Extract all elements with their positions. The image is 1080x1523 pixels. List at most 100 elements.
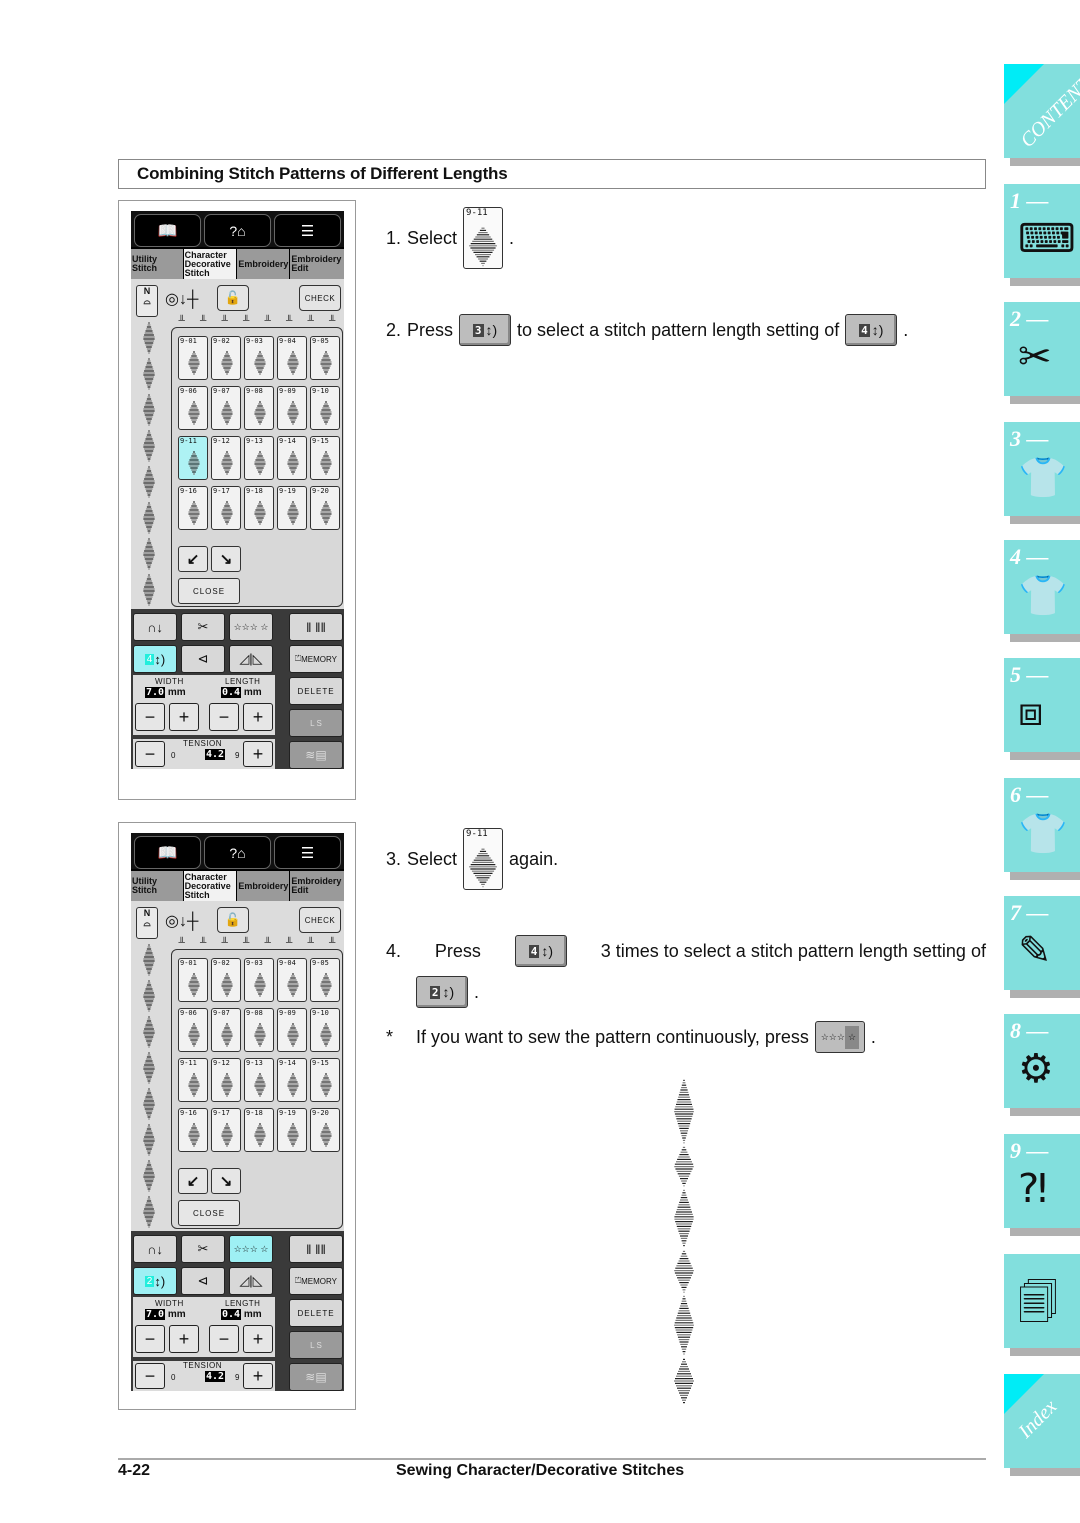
needle-mode-button[interactable]: ‖ ‖‖ [289, 613, 343, 641]
memory-button[interactable]: ⏍ MEMORY [289, 1267, 343, 1295]
side-tab-chapter-5[interactable]: 5 — ⧈ [1004, 658, 1080, 760]
pattern-key-9-08[interactable]: 9-08 [244, 1008, 274, 1052]
thread-cut-button[interactable]: ✂ [181, 1235, 225, 1263]
mirror-vertical-button[interactable]: ◿|◺ [229, 645, 273, 673]
mirror-horizontal-button[interactable]: ⊲ [181, 645, 225, 673]
pattern-key-9-20[interactable]: 9-20 [310, 1108, 340, 1152]
side-tab-chapter-6[interactable]: 6 — 👕 [1004, 778, 1080, 880]
needle-mode-button[interactable]: ‖ ‖‖ [289, 1235, 343, 1263]
pattern-key-9-16[interactable]: 9-16 [178, 486, 208, 530]
ls-button[interactable]: L S [289, 1331, 343, 1359]
page-prev-button[interactable]: ↙ [178, 546, 208, 572]
pattern-key-9-18[interactable]: 9-18 [244, 1108, 274, 1152]
settings-button[interactable]: ☰ [274, 214, 341, 247]
pattern-key-9-10[interactable]: 9-10 [310, 1008, 340, 1052]
pattern-key-9-15[interactable]: 9-15 [310, 436, 340, 480]
ls-button[interactable]: L S [289, 709, 343, 737]
pattern-key-9-07[interactable]: 9-07 [211, 1008, 241, 1052]
continuous-sewing-button[interactable]: ☆☆☆ ☆ [229, 613, 273, 641]
reverse-stitch-button[interactable]: ∩↓ [133, 613, 177, 641]
tab-character[interactable]: Character Decorative Stitch [183, 249, 237, 279]
length-setting-button-2[interactable]: 2 ↕) [416, 976, 468, 1008]
width-plus-button[interactable]: + [169, 703, 199, 731]
side-tab-chapter-1[interactable]: 1 — ⌨ [1004, 184, 1080, 286]
pattern-key-9-08[interactable]: 9-08 [244, 386, 274, 430]
thread-cut-button[interactable]: ✂ [181, 613, 225, 641]
manual-button[interactable]: 📖 [134, 836, 201, 869]
tension-minus-button[interactable]: − [135, 1363, 165, 1389]
tab-embroidery[interactable]: Embroidery [237, 249, 290, 279]
pattern-key-9-13[interactable]: 9-13 [244, 436, 274, 480]
pattern-key-9-19[interactable]: 9-19 [277, 486, 307, 530]
pattern-key-9-09[interactable]: 9-09 [277, 386, 307, 430]
delete-button[interactable]: DELETE [289, 1299, 343, 1327]
pattern-key-9-01[interactable]: 9-01 [178, 958, 208, 1002]
close-button[interactable]: CLOSE [178, 578, 240, 604]
side-tab-chapter-8[interactable]: 8 — ⚙ [1004, 1014, 1080, 1116]
length-setting-button-4[interactable]: 4 ↕) [845, 314, 898, 346]
mirror-vertical-button[interactable]: ◿|◺ [229, 1267, 273, 1295]
stitch-image-button[interactable]: ≋▤ [289, 741, 343, 769]
pattern-key-9-04[interactable]: 9-04 [277, 958, 307, 1002]
pattern-key-9-12[interactable]: 9-12 [211, 436, 241, 480]
side-tab-chapter-2[interactable]: 2 — ✂ [1004, 302, 1080, 404]
pattern-9-11-key[interactable]: 9-11 [463, 207, 504, 269]
side-tab-chapter-9[interactable]: 9 — ⁈ [1004, 1134, 1080, 1236]
tab-character[interactable]: Character Decorative Stitch [183, 871, 237, 901]
pattern-key-9-09[interactable]: 9-09 [277, 1008, 307, 1052]
pattern-key-9-07[interactable]: 9-07 [211, 386, 241, 430]
pattern-key-9-03[interactable]: 9-03 [244, 958, 274, 1002]
pattern-key-9-17[interactable]: 9-17 [211, 486, 241, 530]
side-tab-contents[interactable]: CONTENTS [1004, 64, 1080, 166]
side-tab-chapter-4[interactable]: 4 — 👕 [1004, 540, 1080, 642]
memory-button[interactable]: ⏍ MEMORY [289, 645, 343, 673]
lock-button[interactable]: 🔓 [217, 907, 249, 933]
pattern-key-9-10[interactable]: 9-10 [310, 386, 340, 430]
pattern-key-9-17[interactable]: 9-17 [211, 1108, 241, 1152]
length-plus-button[interactable]: + [243, 1325, 273, 1353]
help-button[interactable]: ?⌂ [204, 836, 271, 869]
tension-plus-button[interactable]: + [243, 1363, 273, 1389]
page-next-button[interactable]: ↘ [211, 1168, 241, 1194]
settings-button[interactable]: ☰ [274, 836, 341, 869]
tab-embroidery-edit[interactable]: Embroidery Edit [290, 249, 344, 279]
page-prev-button[interactable]: ↙ [178, 1168, 208, 1194]
length-minus-button[interactable]: − [209, 703, 239, 731]
pattern-key-9-11[interactable]: 9-11 [178, 436, 208, 480]
pattern-key-9-05[interactable]: 9-05 [310, 336, 340, 380]
elongation-button[interactable]: 2 ↕) [133, 1267, 177, 1295]
length-setting-button-4[interactable]: 4 ↕) [514, 935, 567, 967]
side-tab-chapter-3[interactable]: 3 — 👕 [1004, 422, 1080, 524]
side-tab-chapter-10[interactable]: 🗐 [1004, 1254, 1080, 1356]
tab-utility[interactable]: Utility Stitch [131, 871, 183, 901]
pattern-key-9-16[interactable]: 9-16 [178, 1108, 208, 1152]
width-minus-button[interactable]: − [135, 703, 165, 731]
continuous-sewing-button[interactable]: ☆☆☆ ☆ [229, 1235, 273, 1263]
width-minus-button[interactable]: − [135, 1325, 165, 1353]
delete-button[interactable]: DELETE [289, 677, 343, 705]
pattern-key-9-12[interactable]: 9-12 [211, 1058, 241, 1102]
pattern-key-9-14[interactable]: 9-14 [277, 436, 307, 480]
pattern-key-9-11[interactable]: 9-11 [178, 1058, 208, 1102]
close-button[interactable]: CLOSE [178, 1200, 240, 1226]
page-next-button[interactable]: ↘ [211, 546, 241, 572]
pattern-key-9-18[interactable]: 9-18 [244, 486, 274, 530]
mirror-horizontal-button[interactable]: ⊲ [181, 1267, 225, 1295]
manual-button[interactable]: 📖 [134, 214, 201, 247]
continuous-sewing-button[interactable]: ☆☆☆ ☆ [814, 1021, 865, 1053]
lock-button[interactable]: 🔓 [217, 285, 249, 311]
pattern-key-9-20[interactable]: 9-20 [310, 486, 340, 530]
elongation-button[interactable]: 4 ↕) [133, 645, 177, 673]
pattern-key-9-04[interactable]: 9-04 [277, 336, 307, 380]
stitch-image-button[interactable]: ≋▤ [289, 1363, 343, 1391]
tension-minus-button[interactable]: − [135, 741, 165, 767]
tab-utility[interactable]: Utility Stitch [131, 249, 183, 279]
pattern-key-9-05[interactable]: 9-05 [310, 958, 340, 1002]
help-button[interactable]: ?⌂ [204, 214, 271, 247]
pattern-key-9-15[interactable]: 9-15 [310, 1058, 340, 1102]
pattern-9-11-key[interactable]: 9-11 [463, 828, 504, 890]
side-tab-index[interactable]: Index [1004, 1374, 1080, 1476]
check-button[interactable]: CHECK [299, 285, 341, 311]
pattern-key-9-03[interactable]: 9-03 [244, 336, 274, 380]
pattern-key-9-01[interactable]: 9-01 [178, 336, 208, 380]
